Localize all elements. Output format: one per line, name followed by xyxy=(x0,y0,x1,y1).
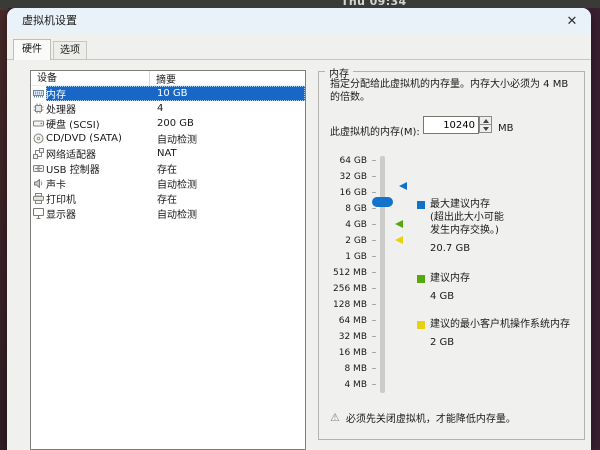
recommended-memory-swatch-icon xyxy=(417,275,425,283)
max-memory-marker-icon xyxy=(399,182,407,190)
tick-label: 32 GB xyxy=(327,169,367,185)
close-button[interactable]: ✕ xyxy=(561,11,583,31)
device-summary: 10 GB xyxy=(151,88,305,99)
tick-label: 512 MB xyxy=(327,265,367,281)
slider-ticks xyxy=(372,160,376,386)
tick-label: 128 MB xyxy=(327,297,367,313)
minimum-memory-legend: 建议的最小客户机操作系统内存 2 GB xyxy=(417,318,585,349)
legend-note: 发生内存交换。) xyxy=(430,224,585,237)
memory-unit-label: MB xyxy=(498,123,514,134)
col-header-device: 设备 xyxy=(31,71,150,86)
minimum-memory-swatch-icon xyxy=(417,321,425,329)
device-summary: 200 GB xyxy=(151,118,305,129)
device-row-hard-disk[interactable]: 硬盘 (SCSI)200 GB xyxy=(31,116,305,131)
tick-label: 64 MB xyxy=(327,313,367,329)
device-name: 打印机 xyxy=(46,191,151,206)
recommended-memory-marker-icon xyxy=(395,220,403,228)
warning-icon: ⚠ xyxy=(330,412,340,424)
device-name: 显示器 xyxy=(46,206,151,221)
device-row-processors[interactable]: 处理器4 xyxy=(31,101,305,116)
vm-settings-dialog: 虚拟机设置 ✕ 硬件 选项 设备 摘要 内存10 GB 处理器4 硬盘 (SCS… xyxy=(7,8,591,450)
device-summary: 自动检测 xyxy=(151,176,305,191)
device-name: 声卡 xyxy=(46,176,151,191)
device-name: 处理器 xyxy=(46,101,151,116)
sound-card-icon xyxy=(31,178,46,189)
desktop-top-bar: Thu 09:34 xyxy=(0,0,600,8)
device-list[interactable]: 设备 摘要 内存10 GB 处理器4 硬盘 (SCSI)200 GB xyxy=(30,70,306,450)
clock: Thu 09:34 xyxy=(341,0,407,8)
device-row-cd-dvd[interactable]: CD/DVD (SATA)自动检测 xyxy=(31,131,305,146)
device-summary: 自动检测 xyxy=(151,206,305,221)
memory-spinner xyxy=(479,116,492,134)
minimum-memory-marker-icon xyxy=(395,236,403,244)
memory-description: 指定分配给此虚拟机的内存量。内存大小必须为 4 MB 的倍数。 xyxy=(330,78,580,104)
spin-down-icon xyxy=(483,127,489,131)
tab-panel-border xyxy=(7,59,591,60)
memory-groupbox: 内存 指定分配给此虚拟机的内存量。内存大小必须为 4 MB 的倍数。 此虚拟机的… xyxy=(318,71,585,440)
memory-amount-label: 此虚拟机的内存(M): xyxy=(330,123,420,138)
col-header-summary: 摘要 xyxy=(150,71,305,86)
dialog-titlebar[interactable]: 虚拟机设置 ✕ xyxy=(7,8,591,34)
device-summary: 4 xyxy=(151,103,305,114)
device-table-header: 设备 摘要 xyxy=(31,71,305,86)
device-row-usb-controller[interactable]: USB 控制器存在 xyxy=(31,161,305,176)
tick-label: 8 MB xyxy=(327,361,367,377)
legend-note: (超出此大小可能 xyxy=(430,211,585,224)
usb-controller-icon xyxy=(31,163,46,174)
device-row-memory[interactable]: 内存10 GB xyxy=(31,86,305,101)
tick-label: 2 GB xyxy=(327,233,367,249)
tick-label: 16 GB xyxy=(327,185,367,201)
memory-slider-track[interactable] xyxy=(380,156,385,393)
legend-value: 4 GB xyxy=(430,290,585,303)
warning-text: 必须先关闭虚拟机，才能降低内存量。 xyxy=(346,410,516,425)
device-summary: 自动检测 xyxy=(151,131,305,146)
power-off-warning: ⚠ 必须先关闭虚拟机，才能降低内存量。 xyxy=(330,410,516,425)
spin-up-icon xyxy=(483,119,489,123)
cd-dvd-icon xyxy=(31,133,46,144)
memory-icon xyxy=(31,88,46,99)
device-summary: NAT xyxy=(151,148,305,159)
recommended-memory-legend: 建议内存 4 GB xyxy=(417,272,585,303)
tab-options[interactable]: 选项 xyxy=(53,41,87,60)
legend-title: 建议内存 xyxy=(430,272,470,285)
max-memory-swatch-icon xyxy=(417,201,425,209)
memory-slider-handle[interactable] xyxy=(372,197,393,207)
device-row-display[interactable]: 显示器自动检测 xyxy=(31,206,305,221)
tick-label: 256 MB xyxy=(327,281,367,297)
network-adapter-icon xyxy=(31,148,46,159)
dialog-title: 虚拟机设置 xyxy=(22,8,77,34)
device-name: USB 控制器 xyxy=(46,161,151,176)
device-name: 硬盘 (SCSI) xyxy=(46,116,151,131)
tick-label: 4 GB xyxy=(327,217,367,233)
hard-disk-icon xyxy=(31,118,46,129)
legend-title: 建议的最小客户机操作系统内存 xyxy=(430,318,570,331)
tab-hardware[interactable]: 硬件 xyxy=(13,39,51,60)
max-memory-legend: 最大建议内存 (超出此大小可能 发生内存交换。) 20.7 GB xyxy=(417,198,585,255)
memory-amount-input[interactable] xyxy=(423,116,479,134)
close-icon: ✕ xyxy=(567,14,578,29)
device-row-sound-card[interactable]: 声卡自动检测 xyxy=(31,176,305,191)
tick-label: 16 MB xyxy=(327,345,367,361)
display-icon xyxy=(31,208,46,219)
processor-icon xyxy=(31,103,46,114)
device-name: 内存 xyxy=(46,86,151,101)
tick-label: 8 GB xyxy=(327,201,367,217)
tick-label: 4 MB xyxy=(327,377,367,393)
slider-tick-labels: 64 GB 32 GB 16 GB 8 GB 4 GB 2 GB 1 GB 51… xyxy=(327,153,367,393)
device-row-network-adapter[interactable]: 网络适配器NAT xyxy=(31,146,305,161)
tick-label: 1 GB xyxy=(327,249,367,265)
tick-label: 64 GB xyxy=(327,153,367,169)
device-summary: 存在 xyxy=(151,161,305,176)
spin-down-button[interactable] xyxy=(479,124,492,133)
legend-value: 20.7 GB xyxy=(430,242,585,255)
device-row-printer[interactable]: 打印机存在 xyxy=(31,191,305,206)
legend-value: 2 GB xyxy=(430,336,585,349)
device-summary: 存在 xyxy=(151,191,305,206)
tick-label: 32 MB xyxy=(327,329,367,345)
legend-title: 最大建议内存 xyxy=(430,198,490,211)
printer-icon xyxy=(31,193,46,204)
device-name: CD/DVD (SATA) xyxy=(46,133,151,144)
device-name: 网络适配器 xyxy=(46,146,151,161)
